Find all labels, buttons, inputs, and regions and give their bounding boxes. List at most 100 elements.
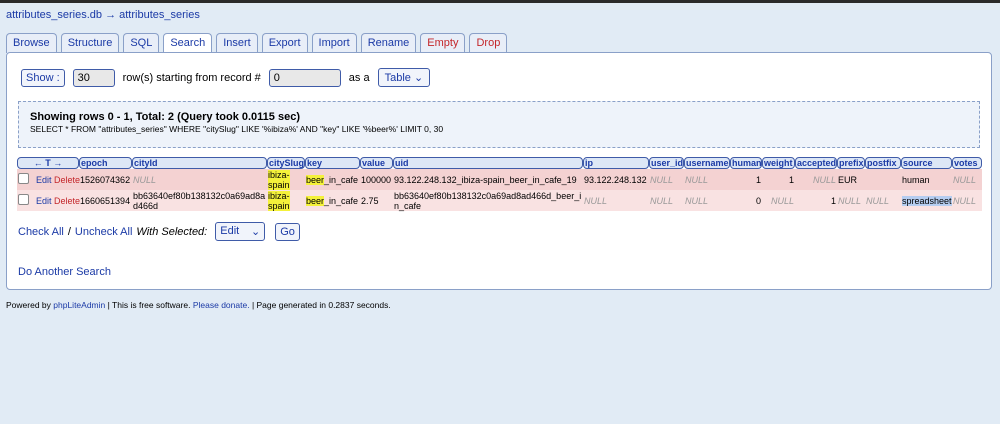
cell-cityslug: ibiza-spain (268, 169, 290, 190)
column-header-accepted[interactable]: accepted (795, 157, 838, 169)
bulk-action-select[interactable]: Edit ⌄ (215, 222, 266, 241)
rows-count-input[interactable]: 30 (72, 68, 115, 87)
cell-human: 0 (730, 190, 763, 211)
footer-free: | This is free software. (107, 300, 191, 310)
tab-export[interactable]: Export (261, 33, 308, 53)
column-arrows-header[interactable]: ← T → (17, 157, 80, 169)
key-rest: _in_cafe (324, 195, 359, 206)
main-panel: Show : 30 row(s) starting from record # … (6, 52, 992, 290)
key-match-highlight: beer (306, 174, 325, 185)
view-mode-select[interactable]: Table ⌄ (377, 68, 431, 87)
go-button[interactable]: Go (275, 222, 300, 241)
column-header-votes[interactable]: votes (952, 157, 983, 169)
breadcrumb-db-link[interactable]: attributes_series.db (6, 9, 102, 21)
check-all-link[interactable]: Check All (18, 226, 64, 238)
cell-votes: NULL (952, 169, 983, 190)
chevron-down-icon: ⌄ (413, 72, 424, 84)
column-header-value[interactable]: value (360, 157, 394, 169)
cell-source: spreadsheet (902, 195, 952, 206)
pagination-controls: Show : 30 row(s) starting from record # … (21, 68, 431, 87)
tab-drop[interactable]: Drop (469, 33, 508, 53)
query-result-summary: Showing rows 0 - 1, Total: 2 (Query took… (30, 111, 300, 123)
column-header-source[interactable]: source (901, 157, 953, 169)
cell-cityslug: ibiza-spain (268, 190, 290, 211)
cell-source: human (901, 169, 953, 190)
separator: / (67, 225, 71, 238)
uncheck-all-link[interactable]: Uncheck All (75, 226, 132, 238)
chevron-down-icon: ⌄ (251, 226, 261, 238)
tab-sql[interactable]: SQL (123, 33, 160, 53)
key-match-highlight: beer (306, 195, 325, 206)
cell-weight: 1 (762, 169, 796, 190)
as-a-label: as a (348, 71, 370, 84)
cell-key: beer_in_cafe (305, 169, 361, 190)
cell-value: 100000 (360, 169, 394, 190)
footer: Powered by phpLiteAdmin | This is free s… (6, 300, 391, 310)
cell-user-id: NULL (649, 190, 685, 211)
breadcrumb-arrow: → (105, 9, 117, 21)
cell-human: 1 (730, 169, 763, 190)
donate-link[interactable]: Please donate. (193, 300, 250, 310)
do-another-search-link[interactable]: Do Another Search (18, 266, 111, 278)
query-sql: SELECT * FROM "attributes_series" WHERE … (30, 124, 444, 134)
bulk-action-value: Edit (220, 225, 240, 237)
bulk-actions: Check All / Uncheck All With Selected: E… (18, 222, 300, 241)
column-header-username[interactable]: username (684, 157, 731, 169)
start-record-input[interactable]: 0 (268, 68, 341, 87)
table-row: Edit Delete 1660651394 bb63640ef80b13813… (17, 190, 983, 211)
phpliteadmin-link[interactable]: phpLiteAdmin (53, 300, 105, 310)
column-header-postfix[interactable]: postfix (865, 157, 902, 169)
column-header-cityslug[interactable]: citySlug (267, 157, 306, 169)
cell-votes: NULL (952, 190, 983, 211)
table-row: Edit Delete 1526074362 NULL ibiza-spain … (17, 169, 983, 190)
column-header-prefix[interactable]: prefix (837, 157, 866, 169)
column-header-cityid[interactable]: cityId (132, 157, 268, 169)
edit-row-link[interactable]: Edit (36, 196, 52, 206)
breadcrumb: attributes_series.db → attributes_series (6, 9, 200, 21)
column-header-ip[interactable]: ip (583, 157, 650, 169)
cell-ip: NULL (583, 190, 650, 211)
show-button[interactable]: Show : (21, 68, 65, 87)
table-header-row: ← T → epoch cityId citySlug key value ui… (17, 157, 983, 169)
window-top-bar (0, 0, 1000, 3)
tab-import[interactable]: Import (311, 33, 357, 53)
cell-key: beer_in_cafe (305, 190, 361, 211)
column-header-human[interactable]: human (730, 157, 763, 169)
tab-browse[interactable]: Browse (6, 33, 57, 53)
edit-row-link[interactable]: Edit (36, 175, 52, 185)
delete-row-link[interactable]: Delete (54, 196, 80, 206)
cell-user-id: NULL (649, 169, 685, 190)
row-checkbox[interactable] (18, 194, 29, 205)
cell-epoch: 1660651394 (79, 190, 133, 211)
cell-username: NULL (684, 190, 731, 211)
cell-postfix (865, 169, 902, 190)
delete-row-link[interactable]: Delete (54, 175, 80, 185)
column-header-weight[interactable]: weight (762, 157, 796, 169)
rows-label: row(s) starting from record # (122, 71, 261, 84)
tab-empty[interactable]: Empty (420, 33, 466, 53)
column-header-epoch[interactable]: epoch (79, 157, 133, 169)
cell-cityid: NULL (132, 169, 268, 190)
results-table: ← T → epoch cityId citySlug key value ui… (17, 157, 983, 211)
column-header-user-id[interactable]: user_id (649, 157, 685, 169)
cell-prefix: NULL (837, 190, 866, 211)
breadcrumb-table-link[interactable]: attributes_series (119, 9, 200, 21)
cell-accepted: NULL (795, 169, 838, 190)
cell-weight: NULL (762, 190, 796, 211)
cell-postfix: NULL (865, 190, 902, 211)
cell-value: 2.75 (360, 190, 394, 211)
tab-rename[interactable]: Rename (360, 33, 417, 53)
cell-ip: 93.122.248.132 (583, 169, 650, 190)
cell-uid: 93.122.248.132_ibiza-spain_beer_in_cafe_… (393, 169, 584, 190)
with-selected-label: With Selected: (136, 225, 208, 238)
footer-powered: Powered by (6, 300, 51, 310)
column-header-uid[interactable]: uid (393, 157, 584, 169)
cell-cityid: bb63640ef80b138132c0a69ad8ad466d (132, 190, 268, 211)
cell-epoch: 1526074362 (79, 169, 133, 190)
footer-generated: | Page generated in 0.2837 seconds. (251, 300, 391, 310)
tab-insert[interactable]: Insert (216, 33, 258, 53)
tab-structure[interactable]: Structure (60, 33, 120, 53)
column-header-key[interactable]: key (305, 157, 361, 169)
row-checkbox[interactable] (18, 173, 29, 184)
cell-username: NULL (684, 169, 731, 190)
